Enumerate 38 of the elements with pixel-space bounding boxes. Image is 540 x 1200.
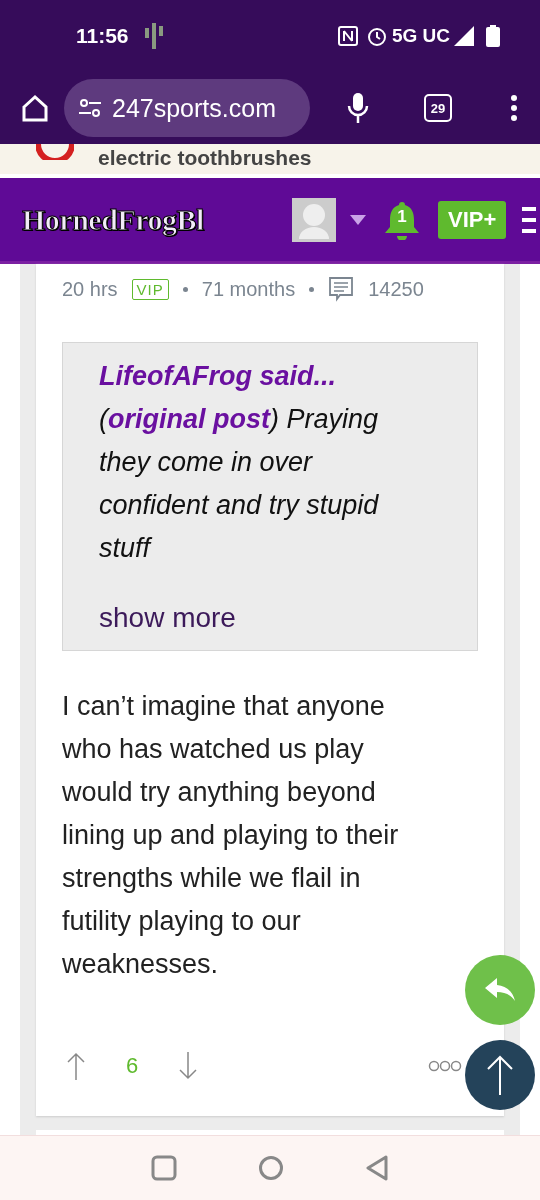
status-time: 11:56 bbox=[76, 24, 129, 48]
cactus-icon bbox=[142, 23, 165, 49]
vote-count: 6 bbox=[126, 1053, 139, 1079]
recents-icon[interactable] bbox=[150, 1155, 177, 1181]
post-age: 20 hrs bbox=[62, 277, 118, 301]
upvote-icon[interactable] bbox=[66, 1052, 86, 1080]
address-bar[interactable]: 247sports.com bbox=[64, 79, 310, 137]
member-tenure: 71 months bbox=[201, 277, 296, 301]
separator-dot bbox=[182, 286, 188, 292]
downvote-icon[interactable] bbox=[178, 1052, 199, 1080]
quote-author: LifeofAFrog said... bbox=[99, 360, 337, 393]
reply-icon bbox=[485, 978, 515, 1002]
home-icon[interactable] bbox=[20, 93, 50, 123]
avatar[interactable] bbox=[292, 197, 336, 242]
microphone-icon[interactable] bbox=[346, 92, 370, 124]
ad-text: electric toothbrushes bbox=[98, 146, 312, 170]
network-type: 5G UC bbox=[391, 25, 450, 47]
show-more-link[interactable]: show more bbox=[99, 602, 236, 634]
site-logo[interactable]: HornedFrogBl bbox=[22, 202, 284, 237]
more-icon[interactable] bbox=[428, 1059, 462, 1073]
tune-icon bbox=[78, 98, 102, 118]
menu-icon[interactable] bbox=[510, 94, 518, 122]
separator-dot bbox=[309, 286, 315, 292]
caret-icon[interactable] bbox=[350, 214, 366, 225]
arrow-up-icon bbox=[486, 1055, 514, 1095]
nfc-icon bbox=[337, 26, 358, 46]
post-count: 14250 bbox=[368, 277, 424, 301]
quote-text: (original post) Praying they come in over confident and try stupid stuff bbox=[99, 403, 380, 565]
ad-logo-icon bbox=[36, 144, 74, 160]
alarm-icon bbox=[365, 25, 388, 47]
comment-icon bbox=[328, 276, 355, 302]
tab-count-button[interactable]: 29 bbox=[424, 94, 452, 122]
back-icon[interactable] bbox=[365, 1155, 390, 1181]
vip-badge: VIP bbox=[131, 278, 169, 300]
menu-icon[interactable] bbox=[522, 204, 537, 235]
battery-icon bbox=[486, 25, 500, 47]
post-body: I can’t imagine that anyone who has watched us play would try anything beyond lining up and playing to their strengths while we flail in futility playing to our weaknesses. bbox=[62, 690, 400, 981]
signal-icon bbox=[454, 26, 474, 46]
